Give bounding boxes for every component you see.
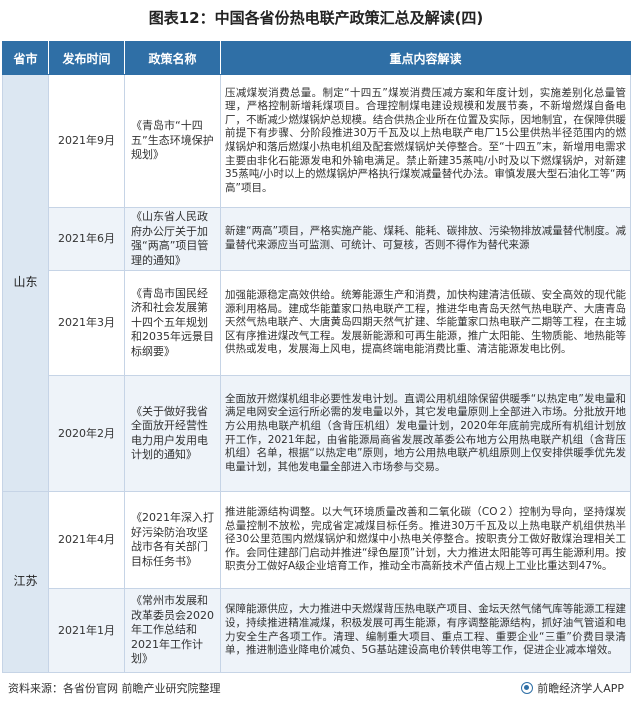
province-cell-shandong: 山东 [2,74,49,492]
date-cell: 2021年1月 [48,588,125,673]
page-title: 图表12：中国各省份热电联产政策汇总及解读(四) [148,9,484,27]
header-province: 省市 [2,41,49,75]
policy-cell: 《常州市发展和改革委员会2020年工作总结和2021年工作计划》 [124,588,221,673]
content-cell: 加强能源稳定高效供给。统筹能源生产和消费，加快构建清洁低碳、安全高效的现代能源利… [220,270,631,376]
footer: 资料来源：各省份官网 前瞻产业研究院整理 前瞻经济学人APP [8,680,624,698]
brand-logo-icon [521,682,534,694]
content-cell: 推进能源结构调整。以大气环境质量改善和二氧化碳（CO２）控制为导向，坚持煤炭总量… [220,491,631,589]
date-cell: 2021年3月 [48,270,125,376]
brand-label: 前瞻经济学人APP [537,682,624,695]
header-content: 重点内容解读 [220,41,631,75]
policy-cell: 《山东省人民政府办公厅关于加强“两高”项目管理的通知》 [124,207,221,271]
content-cell: 保障能源供应，大力推进中天燃煤背压热电联产项目、金坛天然气储气库等能源工程建设，… [220,588,631,673]
table-row: 2021年3月 《青岛市国民经济和社会发展第十四个五年规划和2035年远景目标纲… [3,270,631,376]
table-row: 2021年1月 《常州市发展和改革委员会2020年工作总结和2021年工作计划》… [3,588,631,673]
content-cell: 压减煤炭消费总量。制定“十四五”煤炭消费压减方案和年度计划，实施差别化总量管理，… [220,74,631,208]
policy-cell: 《青岛市国民经济和社会发展第十四个五年规划和2035年远景目标纲要》 [124,270,221,376]
header-policy: 政策名称 [124,41,221,75]
table-row: 江苏 2021年4月 《2021年深入打好污染防治攻坚战市各有关部门目标任务书》… [2,491,631,673]
policy-cell: 《2021年深入打好污染防治攻坚战市各有关部门目标任务书》 [124,491,221,589]
policy-table: 省市 发布时间 政策名称 重点内容解读 山东 2021年9月 《青岛市“十四五”… [2,41,631,673]
content-cell: 新建“两高”项目，严格实施产能、煤耗、能耗、碳排放、污染物排放减量替代制度。减量… [220,207,631,271]
date-cell: 2021年6月 [48,207,125,271]
date-cell: 2021年4月 [48,491,125,589]
table-row: 2021年6月 《山东省人民政府办公厅关于加强“两高”项目管理的通知》 新建“两… [3,207,631,271]
content-cell: 全面放开燃煤机组非必要性发电计划。直调公用机组除保留供暖季“以热定电”发电量和满… [220,375,631,492]
policy-cell: 《青岛市“十四五”生态环境保护规划》 [124,74,221,208]
table-row: 山东 2021年9月 《青岛市“十四五”生态环境保护规划》 压减煤炭消费总量。制… [2,74,631,492]
table-header-row: 省市 发布时间 政策名称 重点内容解读 [2,41,631,75]
header-date: 发布时间 [48,41,125,75]
policy-cell: 《关于做好我省全面放开经营性电力用户发用电计划的通知》 [124,375,221,492]
date-cell: 2021年9月 [48,74,125,208]
source-note: 资料来源：各省份官网 前瞻产业研究院整理 [8,682,221,695]
province-cell-jiangsu: 江苏 [2,491,49,673]
date-cell: 2020年2月 [48,375,125,492]
brand: 前瞻经济学人APP [521,680,624,696]
table-row: 2020年2月 《关于做好我省全面放开经营性电力用户发用电计划的通知》 全面放开… [3,375,631,492]
